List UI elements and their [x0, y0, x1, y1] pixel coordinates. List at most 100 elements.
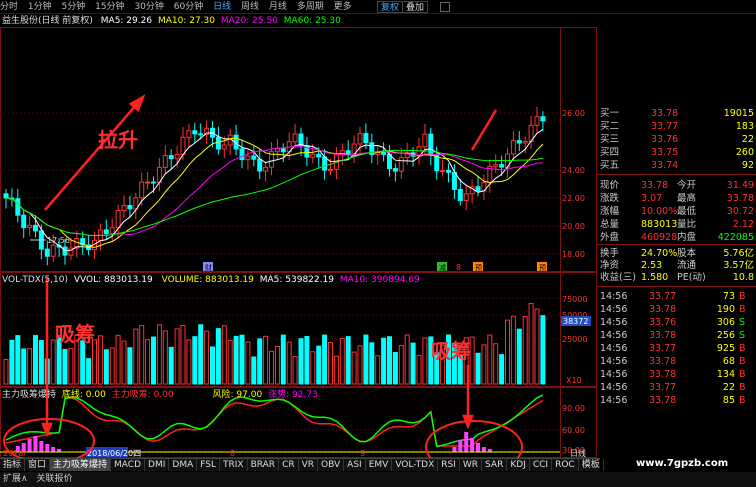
candle-body [127, 204, 133, 210]
candle-body [363, 133, 369, 144]
indicator-tab[interactable]: 窗口 [25, 459, 51, 471]
tick-side: S [739, 317, 746, 328]
candle-body [27, 224, 33, 229]
candle-body [446, 169, 451, 173]
quote-value: 3.07 [641, 193, 663, 204]
order-price: 33.74 [651, 160, 679, 171]
order-row: 买三 33.76 22 [597, 134, 756, 146]
event-marker-text: 预 [539, 263, 546, 272]
candle-body [398, 157, 404, 172]
quote-value: 10.8 [732, 272, 754, 283]
date-label: 日线 [570, 448, 586, 458]
watermark: www.7gpzb.com [636, 458, 729, 469]
candle-body [274, 148, 280, 153]
tick-side: B [739, 369, 746, 380]
quote-panel: 买一 33.78 19015 买二 33.77 183 买三 33.76 22 … [597, 108, 756, 483]
indicator-tab[interactable]: 主力吸筹爆持 [50, 459, 112, 471]
indicator-tab[interactable]: VR [299, 459, 319, 471]
indicator-tab[interactable]: ROC [552, 459, 579, 471]
price-axis-label: 18.00 [562, 250, 585, 259]
candle-body [510, 140, 516, 155]
quote-label: 外盘 [600, 232, 620, 243]
candle-body [440, 169, 446, 172]
indicator-tab[interactable]: BRAR [248, 459, 280, 471]
indicator-tab[interactable]: RSI [438, 459, 460, 471]
volume-bar [516, 328, 522, 385]
indicator-tab[interactable]: DMI [145, 459, 170, 471]
volume-bar [363, 334, 369, 385]
candle-body [198, 133, 204, 136]
candle-body [280, 148, 286, 153]
volume-bar [322, 334, 328, 385]
linked-quote-button[interactable]: 关联报价 [33, 474, 75, 484]
indicator-tab[interactable]: 指标 [0, 459, 26, 471]
volume-bar [263, 335, 269, 385]
indicator-tab[interactable]: VOL-TDX [392, 459, 439, 471]
quote-label: 涨跌 [600, 193, 620, 204]
order-label: 买一 [600, 108, 620, 119]
indicator-tab[interactable]: ASI [344, 459, 366, 471]
volume-bar [239, 334, 245, 385]
vol-axis-label: 75000 [562, 295, 587, 304]
candle-body [392, 168, 398, 172]
volume-bar [3, 359, 9, 385]
order-price: 33.77 [651, 121, 679, 132]
tick-price: 33.77 [649, 291, 677, 302]
ind-axis-label: 60.00 [562, 426, 585, 435]
tick-side: B [739, 356, 746, 367]
accumulation-bar [481, 447, 486, 452]
tick-row: 14:56 33.78 256 S [597, 330, 756, 342]
indicator-tab[interactable]: KDJ [507, 459, 530, 471]
quote-label: 股本 [677, 248, 697, 259]
indicator-tab[interactable]: OBV [318, 459, 345, 471]
volume-bar [115, 334, 121, 385]
indicator-tab[interactable]: CCI [530, 459, 553, 471]
indicator-tab[interactable]: TRIX [220, 459, 248, 471]
volume-bar [215, 328, 221, 385]
order-price: 33.76 [651, 134, 679, 145]
tick-price: 33.78 [649, 330, 677, 341]
tick-row: 14:56 33.78 68 B [597, 356, 756, 368]
indicator-tab[interactable]: DMA [169, 459, 198, 471]
zhuli-label: 主力吸筹: 0.00 [111, 390, 174, 400]
candle-body [322, 156, 328, 171]
candle-body [422, 133, 428, 148]
indicator-tab[interactable]: FSL [197, 459, 220, 471]
volume-bar [269, 350, 274, 385]
volume-bar [387, 336, 392, 385]
volume-label: VOLUME: 883013.19 [161, 275, 254, 285]
expand-button[interactable]: 扩展∧ [0, 474, 31, 484]
tick-price: 33.77 [649, 343, 677, 354]
volume-bar [404, 334, 410, 385]
candle-body [109, 227, 115, 234]
price-axis-label: 22.00 [562, 194, 585, 203]
candle-body [381, 151, 387, 155]
indicator-tab[interactable]: MACD [111, 459, 146, 471]
volume-bar [80, 340, 86, 385]
indicator-tab[interactable]: 模板 [579, 459, 604, 471]
quote-label: 最高 [677, 193, 697, 204]
volume-bar [233, 335, 239, 385]
indicator-tab[interactable]: WR [460, 459, 483, 471]
order-volume: 22 [741, 134, 754, 145]
quote-label: 今开 [677, 180, 697, 191]
indicator-tab[interactable]: SAR [482, 459, 508, 471]
indicator-tab[interactable]: CR [279, 459, 299, 471]
tick-side: B [739, 291, 746, 302]
divider [597, 286, 756, 287]
volume-bar [133, 328, 139, 385]
volume-bar [168, 346, 174, 385]
quote-value: 2.53 [641, 260, 663, 271]
candle-body [15, 198, 21, 216]
accumulation-bar [51, 447, 56, 452]
tick-volume: 306 [716, 317, 735, 328]
volume-bar [227, 339, 233, 385]
volume-bar [151, 336, 156, 385]
tick-side: S [739, 330, 746, 341]
order-volume: 92 [741, 160, 754, 171]
candle-body [3, 193, 9, 199]
indicator-tab[interactable]: EMV [366, 459, 393, 471]
quote-label: PE(动) [677, 272, 706, 283]
tick-row: 14:56 33.78 85 B [597, 395, 756, 407]
candle-body [245, 155, 251, 161]
